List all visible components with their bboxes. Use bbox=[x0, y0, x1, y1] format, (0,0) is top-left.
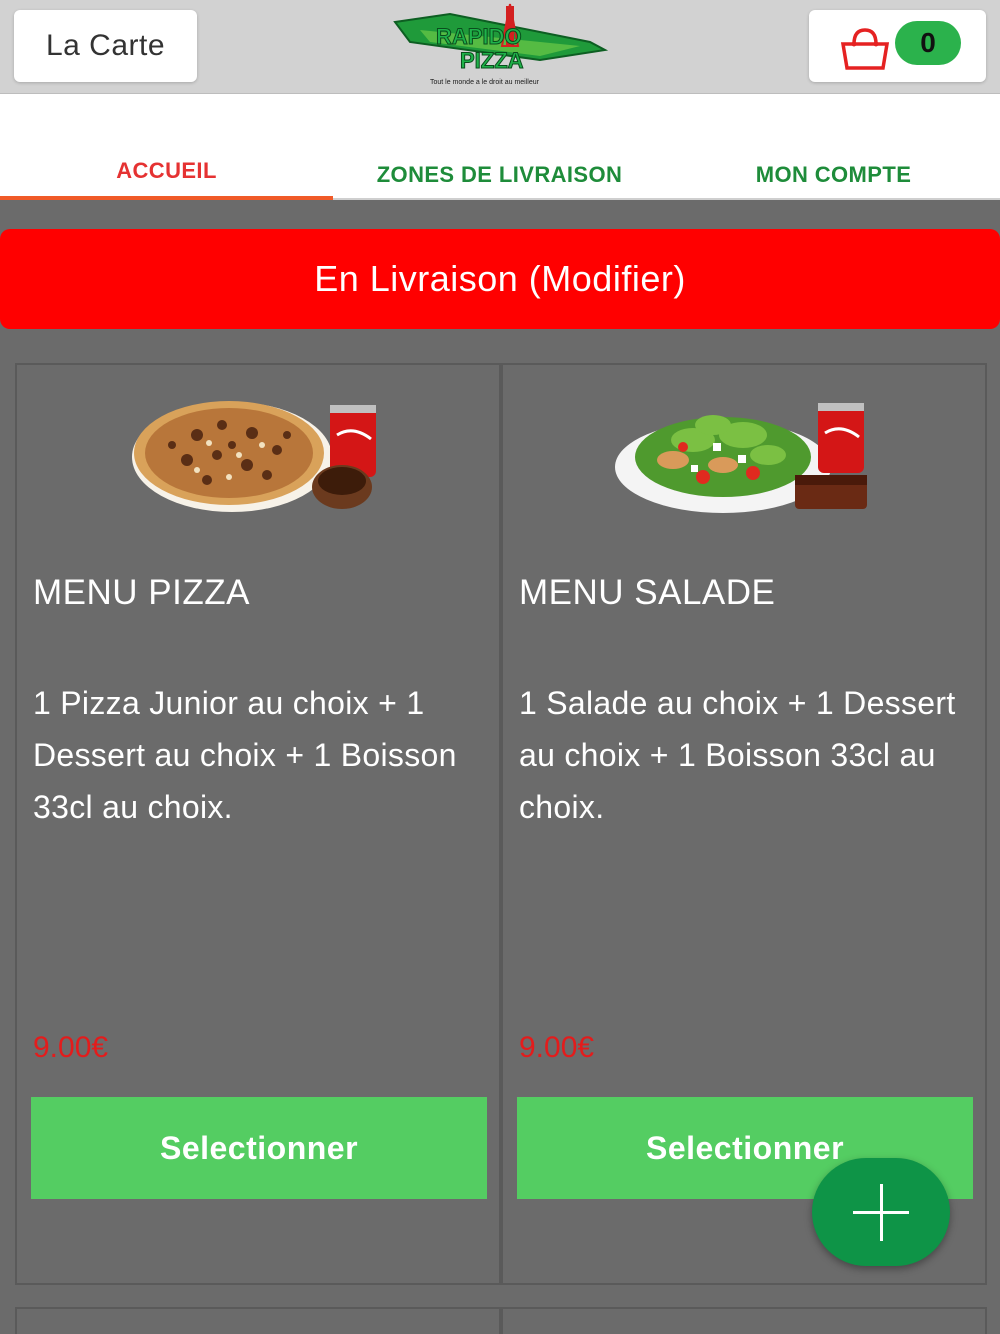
shopping-bag-icon bbox=[839, 26, 891, 72]
svg-text:RAPIDO: RAPIDO bbox=[436, 24, 522, 49]
product-card-menu-pizza: MENU PIZZA 1 Pizza Junior au choix + 1 D… bbox=[15, 363, 501, 1285]
product-price: 9.00€ bbox=[519, 1031, 595, 1064]
la-carte-button[interactable]: La Carte bbox=[14, 10, 197, 82]
svg-text:PIZZA: PIZZA bbox=[460, 48, 524, 73]
tab-zones-de-livraison[interactable]: ZONES DE LIVRAISON bbox=[333, 94, 666, 200]
delivery-mode-button[interactable]: En Livraison (Modifier) bbox=[0, 229, 1000, 329]
cart-count-badge: 0 bbox=[895, 21, 961, 65]
tab-accueil[interactable]: ACCUEIL bbox=[0, 94, 333, 200]
product-description: 1 Salade au choix + 1 Dessert au choix +… bbox=[519, 685, 956, 825]
pizza-menu-image bbox=[127, 395, 397, 535]
product-description: 1 Pizza Junior au choix + 1 Dessert au c… bbox=[33, 685, 457, 825]
salad-menu-image bbox=[613, 395, 883, 535]
select-menu-pizza-button[interactable]: Selectionner bbox=[31, 1097, 487, 1199]
product-title: MENU SALADE bbox=[519, 573, 776, 612]
nav-tabs: ACCUEIL ZONES DE LIVRAISON MON COMPTE bbox=[0, 94, 1000, 200]
product-title: MENU PIZZA bbox=[33, 573, 250, 612]
cart-button[interactable]: 0 bbox=[809, 10, 986, 82]
app-header: La Carte RAPIDO PIZZA Tout le monde a le… bbox=[0, 0, 1000, 94]
tab-mon-compte[interactable]: MON COMPTE bbox=[667, 94, 1000, 200]
rapido-pizza-logo[interactable]: RAPIDO PIZZA Tout le monde a le droit au… bbox=[390, 2, 610, 92]
product-card-next bbox=[501, 1307, 987, 1334]
product-card-next bbox=[15, 1307, 501, 1334]
product-price: 9.00€ bbox=[33, 1031, 109, 1064]
svg-text:Tout le monde a le droit au me: Tout le monde a le droit au meilleur bbox=[430, 79, 540, 86]
add-fab-button[interactable] bbox=[812, 1158, 950, 1266]
product-card-menu-salade: MENU SALADE 1 Salade au choix + 1 Desser… bbox=[501, 363, 987, 1285]
